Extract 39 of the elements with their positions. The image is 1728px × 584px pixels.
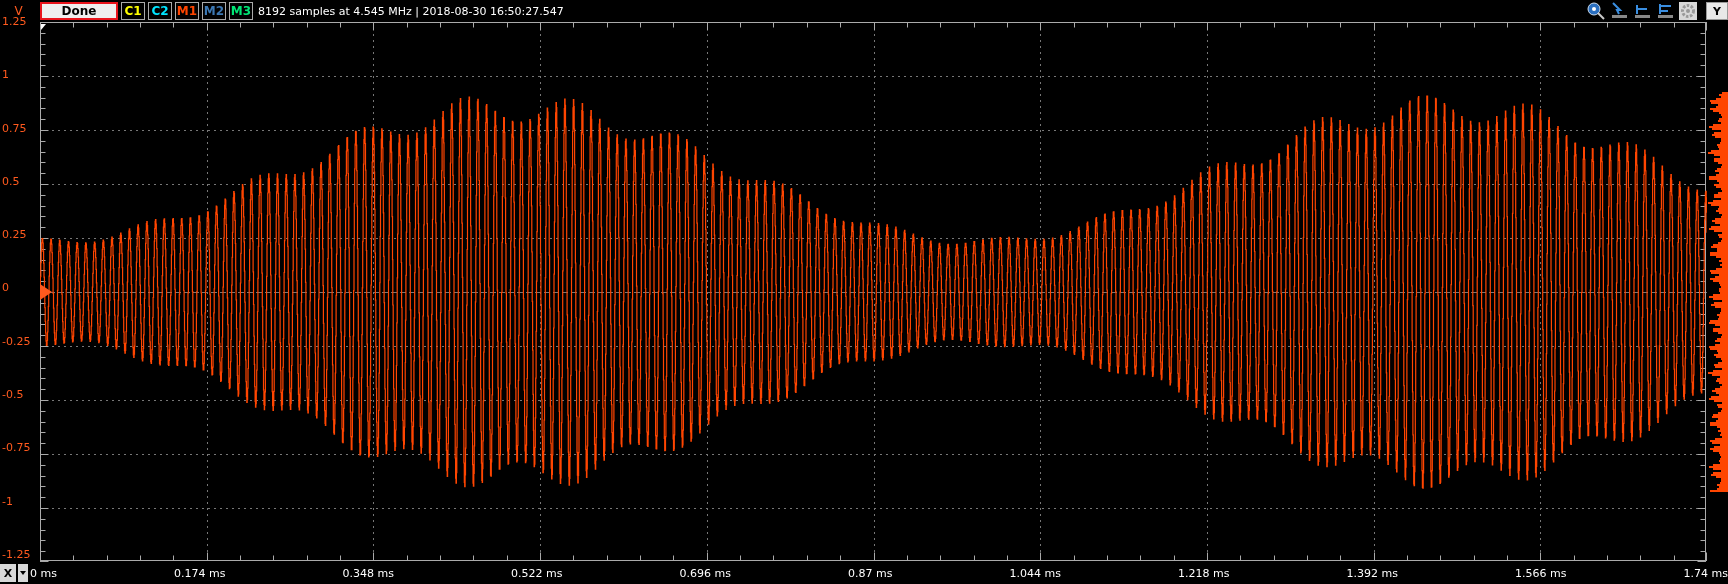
dropdown-caret-icon[interactable]: [18, 564, 28, 582]
x-axis-label: 0 ms: [30, 566, 57, 580]
trigger-marker-icon: [40, 284, 52, 300]
x-axis-label: 1.218 ms: [1178, 566, 1230, 580]
capture-info: 8192 samples at 4.545 MHz | 2018-08-30 16:50:27.547: [258, 4, 564, 18]
x-axis-label: 0.87 ms: [848, 566, 893, 580]
x-axis-button[interactable]: X: [0, 564, 16, 582]
x-axis-label: 1.392 ms: [1346, 566, 1398, 580]
x-axis-label: 0.348 ms: [342, 566, 394, 580]
x-axis-label: 1.566 ms: [1515, 566, 1567, 580]
x-axis-label: 1.044 ms: [1009, 566, 1061, 580]
x-axis-label: 0.696 ms: [679, 566, 731, 580]
y-axis-label: 1.25: [2, 15, 28, 29]
x-axis-label: 0.174 ms: [174, 566, 226, 580]
zoom-icon[interactable]: [1587, 2, 1605, 20]
x-axis-label: 1.74 ms: [1683, 566, 1728, 580]
y-axis-label: 0: [2, 281, 10, 296]
done-button[interactable]: Done: [40, 2, 118, 20]
cursor-icon[interactable]: [1610, 2, 1628, 20]
y-axis-label: -1: [2, 494, 14, 509]
y-axis-label: -0.75: [2, 441, 32, 456]
y-axis-label: 0.25: [2, 228, 28, 243]
channel-toggle[interactable]: C1: [121, 2, 145, 20]
y-axis-label: -0.25: [2, 334, 32, 349]
y-axis-label: 0.5: [2, 174, 21, 189]
time-marker-icon: [41, 24, 46, 30]
y-axis-label: 1: [2, 68, 10, 83]
x-axis-label: 0.522 ms: [511, 566, 563, 580]
channel-toggle[interactable]: C2: [148, 2, 172, 20]
channel-toggle[interactable]: M1: [175, 2, 199, 20]
y-axis-label: -1.25: [2, 547, 32, 562]
channel-toggle[interactable]: M3: [229, 2, 253, 20]
y-axis-label: -0.5: [2, 388, 25, 403]
y-axis-label: 0.75: [2, 121, 28, 136]
unit-label: V: [14, 4, 23, 18]
ruler-icon[interactable]: [1633, 2, 1651, 20]
channel-toggle[interactable]: M2: [202, 2, 226, 20]
ruler-icon[interactable]: [1656, 2, 1674, 20]
y-axis-button[interactable]: Y: [1706, 2, 1728, 20]
